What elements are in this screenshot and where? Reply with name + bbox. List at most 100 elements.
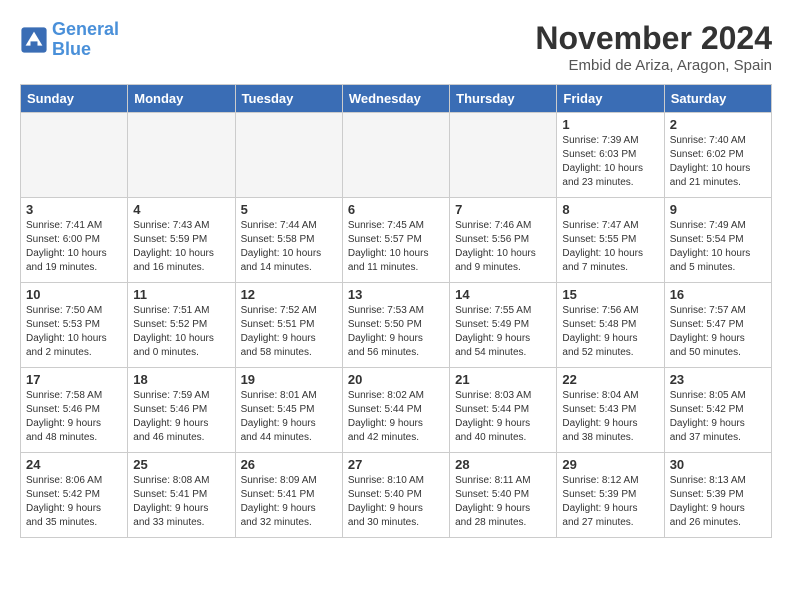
day-info: Sunrise: 7:49 AM Sunset: 5:54 PM Dayligh… (670, 219, 766, 275)
day-number: 9 (670, 202, 766, 217)
day-info: Sunrise: 7:43 AM Sunset: 5:59 PM Dayligh… (133, 219, 229, 275)
month-title: November 2024 (535, 20, 772, 57)
day-info: Sunrise: 7:39 AM Sunset: 6:03 PM Dayligh… (562, 134, 658, 190)
day-info: Sunrise: 8:01 AM Sunset: 5:45 PM Dayligh… (241, 389, 337, 445)
calendar-week-row: 17Sunrise: 7:58 AM Sunset: 5:46 PM Dayli… (21, 368, 772, 453)
calendar-cell: 4 Sunrise: 7:43 AM Sunset: 5:59 PM Daylig… (128, 198, 235, 283)
calendar-cell: 6 Sunrise: 7:45 AM Sunset: 5:57 PM Daylig… (342, 198, 449, 283)
day-info: Sunrise: 7:52 AM Sunset: 5:51 PM Dayligh… (241, 304, 337, 360)
calendar-cell: 18Sunrise: 7:59 AM Sunset: 5:46 PM Dayli… (128, 368, 235, 453)
day-number: 3 (26, 202, 122, 217)
day-header-sunday: Sunday (21, 85, 128, 113)
logo: General Blue (20, 20, 119, 60)
day-number: 16 (670, 287, 766, 302)
day-number: 18 (133, 372, 229, 387)
day-number: 11 (133, 287, 229, 302)
calendar-cell (21, 113, 128, 198)
day-info: Sunrise: 7:41 AM Sunset: 6:00 PM Dayligh… (26, 219, 122, 275)
day-info: Sunrise: 7:47 AM Sunset: 5:55 PM Dayligh… (562, 219, 658, 275)
calendar-cell: 2 Sunrise: 7:40 AM Sunset: 6:02 PM Daylig… (664, 113, 771, 198)
day-number: 29 (562, 457, 658, 472)
day-number: 12 (241, 287, 337, 302)
calendar-cell: 26Sunrise: 8:09 AM Sunset: 5:41 PM Dayli… (235, 453, 342, 538)
day-info: Sunrise: 8:10 AM Sunset: 5:40 PM Dayligh… (348, 474, 444, 530)
logo-blue: Blue (52, 39, 91, 59)
day-number: 22 (562, 372, 658, 387)
day-info: Sunrise: 7:44 AM Sunset: 5:58 PM Dayligh… (241, 219, 337, 275)
day-header-saturday: Saturday (664, 85, 771, 113)
day-number: 21 (455, 372, 551, 387)
day-info: Sunrise: 7:46 AM Sunset: 5:56 PM Dayligh… (455, 219, 551, 275)
calendar-cell: 16Sunrise: 7:57 AM Sunset: 5:47 PM Dayli… (664, 283, 771, 368)
calendar-cell: 28 Sunrise: 8:11 AM Sunset: 5:40 PM Dayli… (450, 453, 557, 538)
day-number: 17 (26, 372, 122, 387)
day-info: Sunrise: 7:40 AM Sunset: 6:02 PM Dayligh… (670, 134, 766, 190)
calendar-cell: 20 Sunrise: 8:02 AM Sunset: 5:44 PM Dayli… (342, 368, 449, 453)
day-number: 4 (133, 202, 229, 217)
calendar-cell: 21 Sunrise: 8:03 AM Sunset: 5:44 PM Dayli… (450, 368, 557, 453)
day-number: 7 (455, 202, 551, 217)
day-header-wednesday: Wednesday (342, 85, 449, 113)
calendar-cell: 10Sunrise: 7:50 AM Sunset: 5:53 PM Dayli… (21, 283, 128, 368)
day-number: 20 (348, 372, 444, 387)
day-number: 19 (241, 372, 337, 387)
day-info: Sunrise: 8:02 AM Sunset: 5:44 PM Dayligh… (348, 389, 444, 445)
calendar-cell: 24 Sunrise: 8:06 AM Sunset: 5:42 PM Dayli… (21, 453, 128, 538)
subtitle: Embid de Ariza, Aragon, Spain (535, 57, 772, 74)
day-info: Sunrise: 7:56 AM Sunset: 5:48 PM Dayligh… (562, 304, 658, 360)
day-info: Sunrise: 7:51 AM Sunset: 5:52 PM Dayligh… (133, 304, 229, 360)
day-number: 28 (455, 457, 551, 472)
calendar-cell: 3 Sunrise: 7:41 AM Sunset: 6:00 PM Daylig… (21, 198, 128, 283)
calendar-header-row: SundayMondayTuesdayWednesdayThursdayFrid… (21, 85, 772, 113)
calendar-cell: 25 Sunrise: 8:08 AM Sunset: 5:41 PM Dayli… (128, 453, 235, 538)
day-number: 24 (26, 457, 122, 472)
calendar-cell: 27 Sunrise: 8:10 AM Sunset: 5:40 PM Dayli… (342, 453, 449, 538)
calendar-cell: 11 Sunrise: 7:51 AM Sunset: 5:52 PM Dayli… (128, 283, 235, 368)
day-info: Sunrise: 7:53 AM Sunset: 5:50 PM Dayligh… (348, 304, 444, 360)
day-number: 30 (670, 457, 766, 472)
calendar-cell: 17Sunrise: 7:58 AM Sunset: 5:46 PM Dayli… (21, 368, 128, 453)
calendar-week-row: 10Sunrise: 7:50 AM Sunset: 5:53 PM Dayli… (21, 283, 772, 368)
day-info: Sunrise: 8:08 AM Sunset: 5:41 PM Dayligh… (133, 474, 229, 530)
calendar-cell: 7 Sunrise: 7:46 AM Sunset: 5:56 PM Daylig… (450, 198, 557, 283)
header: General Blue November 2024 Embid de Ariz… (20, 20, 772, 74)
day-number: 5 (241, 202, 337, 217)
day-number: 2 (670, 117, 766, 132)
calendar-cell (450, 113, 557, 198)
day-info: Sunrise: 7:45 AM Sunset: 5:57 PM Dayligh… (348, 219, 444, 275)
logo-icon (20, 26, 48, 54)
day-number: 6 (348, 202, 444, 217)
day-number: 13 (348, 287, 444, 302)
day-info: Sunrise: 7:50 AM Sunset: 5:53 PM Dayligh… (26, 304, 122, 360)
day-info: Sunrise: 8:06 AM Sunset: 5:42 PM Dayligh… (26, 474, 122, 530)
calendar-cell: 8 Sunrise: 7:47 AM Sunset: 5:55 PM Daylig… (557, 198, 664, 283)
calendar-cell: 22 Sunrise: 8:04 AM Sunset: 5:43 PM Dayli… (557, 368, 664, 453)
calendar-table: SundayMondayTuesdayWednesdayThursdayFrid… (20, 84, 772, 538)
calendar-cell: 14Sunrise: 7:55 AM Sunset: 5:49 PM Dayli… (450, 283, 557, 368)
calendar-cell (342, 113, 449, 198)
day-info: Sunrise: 8:03 AM Sunset: 5:44 PM Dayligh… (455, 389, 551, 445)
calendar-cell: 29Sunrise: 8:12 AM Sunset: 5:39 PM Dayli… (557, 453, 664, 538)
calendar-cell: 19 Sunrise: 8:01 AM Sunset: 5:45 PM Dayli… (235, 368, 342, 453)
calendar-cell: 9 Sunrise: 7:49 AM Sunset: 5:54 PM Daylig… (664, 198, 771, 283)
calendar-cell: 13 Sunrise: 7:53 AM Sunset: 5:50 PM Dayli… (342, 283, 449, 368)
calendar-week-row: 1 Sunrise: 7:39 AM Sunset: 6:03 PM Daylig… (21, 113, 772, 198)
day-info: Sunrise: 8:04 AM Sunset: 5:43 PM Dayligh… (562, 389, 658, 445)
logo-general: General (52, 19, 119, 39)
day-header-thursday: Thursday (450, 85, 557, 113)
day-number: 15 (562, 287, 658, 302)
calendar-cell: 15 Sunrise: 7:56 AM Sunset: 5:48 PM Dayli… (557, 283, 664, 368)
day-header-tuesday: Tuesday (235, 85, 342, 113)
day-number: 1 (562, 117, 658, 132)
day-number: 23 (670, 372, 766, 387)
day-number: 25 (133, 457, 229, 472)
day-number: 26 (241, 457, 337, 472)
day-header-friday: Friday (557, 85, 664, 113)
day-number: 14 (455, 287, 551, 302)
day-info: Sunrise: 8:11 AM Sunset: 5:40 PM Dayligh… (455, 474, 551, 530)
calendar-cell: 1 Sunrise: 7:39 AM Sunset: 6:03 PM Daylig… (557, 113, 664, 198)
day-number: 8 (562, 202, 658, 217)
day-number: 27 (348, 457, 444, 472)
day-info: Sunrise: 8:05 AM Sunset: 5:42 PM Dayligh… (670, 389, 766, 445)
calendar-cell (235, 113, 342, 198)
